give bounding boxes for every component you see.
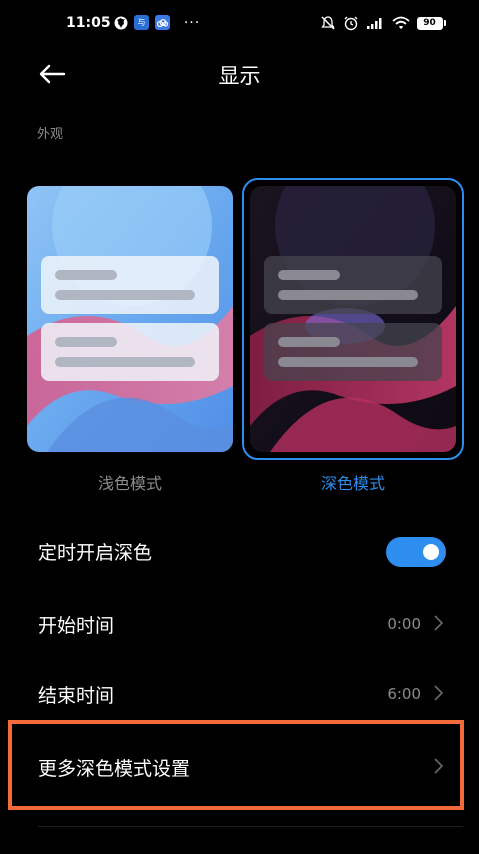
schedule-dark-toggle[interactable] — [386, 537, 446, 567]
light-mode-label[interactable]: 浅色模式 — [27, 470, 233, 494]
dark-mode-preview[interactable] — [250, 186, 456, 452]
light-mode-preview[interactable] — [27, 186, 233, 452]
end-time-row[interactable]: 结束时间 6:00 — [0, 663, 479, 723]
alarm-icon — [343, 15, 359, 31]
divider — [38, 826, 463, 827]
preview-card — [41, 256, 219, 314]
mute-icon — [320, 15, 336, 31]
page-title: 显示 — [218, 64, 261, 88]
chevron-right-icon — [434, 615, 444, 631]
end-time-value: 6:00 — [387, 685, 421, 703]
globe-icon — [114, 15, 128, 31]
schedule-dark-label: 定时开启深色 — [38, 542, 153, 564]
preview-card — [264, 256, 442, 314]
wifi-icon — [392, 15, 410, 31]
start-time-label: 开始时间 — [38, 615, 115, 637]
battery-icon: 90 — [416, 15, 446, 31]
end-time-label: 结束时间 — [38, 685, 115, 707]
battery-level: 90 — [416, 16, 443, 30]
schedule-dark-row[interactable]: 定时开启深色 — [0, 520, 479, 580]
toggle-knob — [423, 544, 439, 560]
section-label-appearance: 外观 — [37, 127, 64, 142]
preview-card — [264, 323, 442, 381]
start-time-value: 0:00 — [387, 615, 421, 633]
status-bar: 11:05 与 ··· 90 — [0, 10, 479, 38]
more-notifications-icon: ··· — [183, 15, 201, 31]
start-time-row[interactable]: 开始时间 0:00 — [0, 593, 479, 653]
cloud-app-icon — [155, 15, 170, 30]
highlight-annotation — [8, 720, 464, 810]
dark-mode-label[interactable]: 深色模式 — [250, 470, 456, 494]
signal-icon — [366, 15, 386, 31]
preview-card — [41, 323, 219, 381]
chevron-right-icon — [434, 685, 444, 701]
app-notification-icon: 与 — [134, 15, 149, 30]
status-time: 11:05 — [66, 15, 111, 31]
